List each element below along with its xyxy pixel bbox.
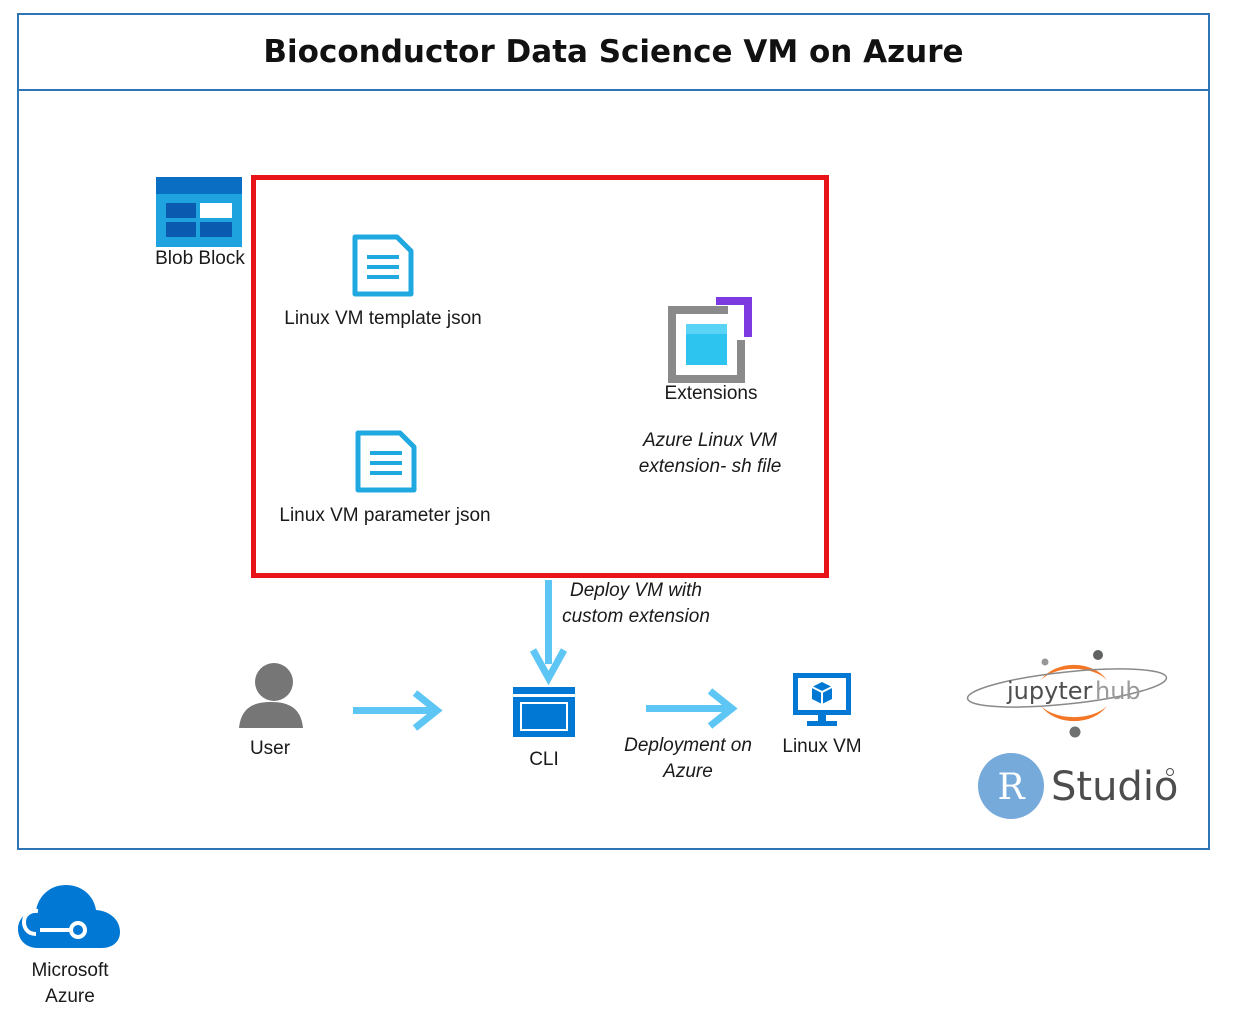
parameter-json-label: Linux VM parameter json <box>279 505 491 526</box>
jupyter-text: jupyter <box>1006 677 1092 705</box>
linux-vm-label: Linux VM <box>782 736 862 757</box>
user-icon <box>239 663 303 728</box>
rstudio-letter: R <box>997 767 1025 808</box>
cli-icon <box>513 687 575 737</box>
rstudio-text: Studio <box>1051 764 1178 810</box>
jupyter-hub-text: hub <box>1095 677 1141 705</box>
monitor-vm-icon <box>793 673 851 726</box>
user-to-cli-arrow <box>353 690 443 731</box>
blob-block-label: Blob Block <box>155 248 245 269</box>
extension-note-line1: Azure Linux VM <box>642 430 778 451</box>
rstudio-logo: R Studio <box>978 753 1178 819</box>
user-label: User <box>249 738 291 759</box>
azure-cloud-icon <box>18 885 120 948</box>
extensions-label: Extensions <box>664 383 758 404</box>
template-json-label: Linux VM template json <box>284 308 482 329</box>
template-document-icon <box>352 234 414 297</box>
parameter-document-icon <box>355 430 417 493</box>
blob-storage-icon <box>156 177 242 247</box>
azure-label-line2: Azure <box>45 986 95 1007</box>
extensions-icon <box>668 297 754 383</box>
extension-note-line2: extension- sh file <box>638 456 782 477</box>
jupyterhub-logo: jupyter hub <box>966 650 1168 738</box>
azure-label-line1: Microsoft <box>31 960 109 981</box>
deployment-note-line1: Deployment on <box>624 735 752 756</box>
title-bar: Bioconductor Data Science VM on Azure <box>19 15 1208 91</box>
deploy-note-line2: custom extension <box>562 606 710 627</box>
deployment-note-line2: Azure <box>663 761 713 782</box>
cli-label: CLI <box>529 749 559 770</box>
cli-to-vm-arrow <box>646 688 738 729</box>
deploy-note-line1: Deploy VM with <box>570 580 702 601</box>
diagram-title: Bioconductor Data Science VM on Azure <box>263 34 964 70</box>
